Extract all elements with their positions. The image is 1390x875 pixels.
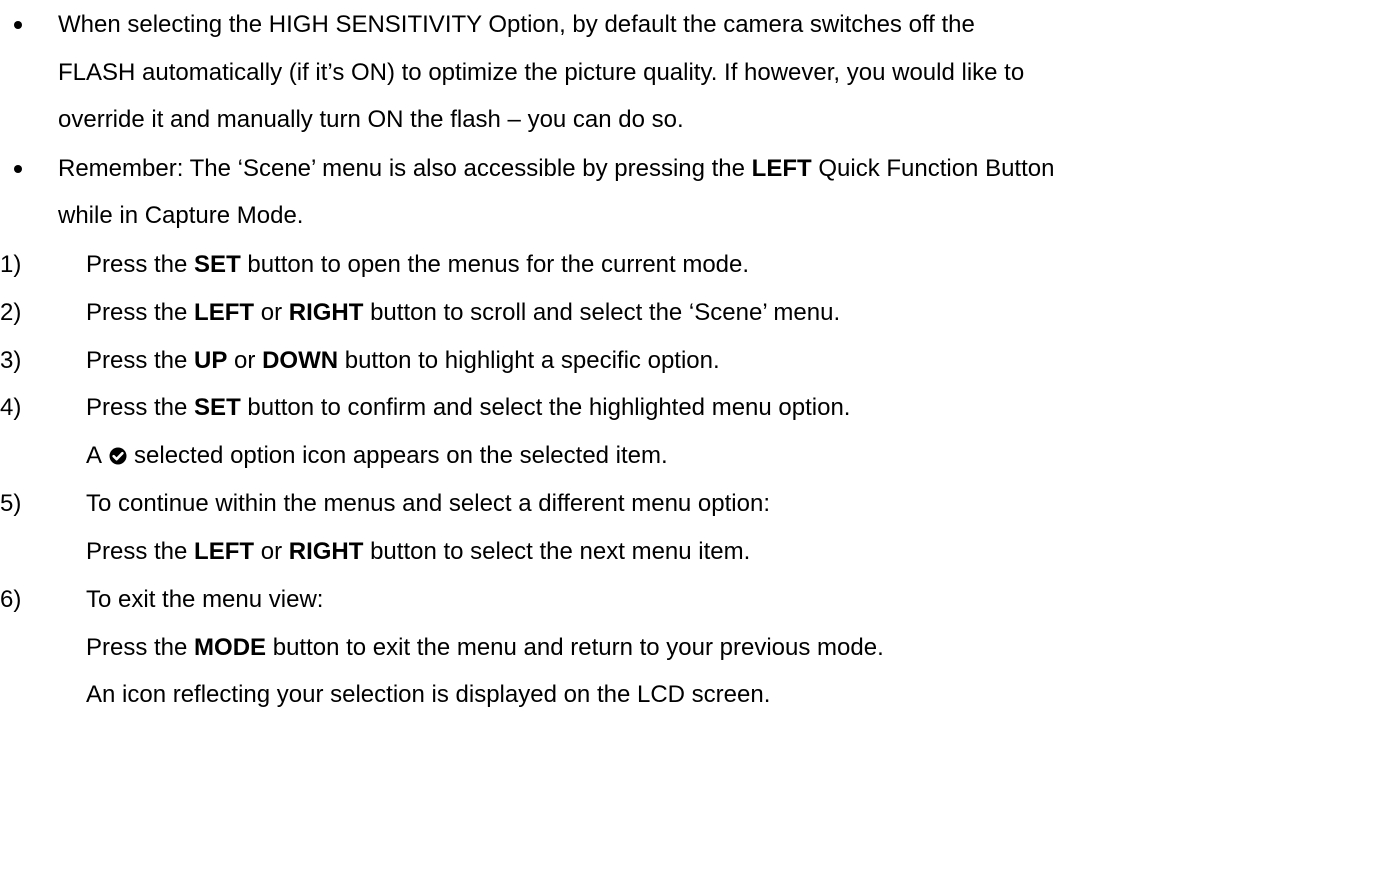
text-run: Press the — [86, 299, 195, 326]
bold-button-name: RIGHT — [288, 538, 364, 565]
step-text-line: Press the MODE button to exit the menu a… — [86, 634, 884, 662]
text-run: button to exit the menu and return to yo… — [266, 634, 884, 661]
bullet-text-line: When selecting the HIGH SENSITIVITY Opti… — [58, 11, 975, 38]
step-text-line: Aselected option icon appears on the sel… — [86, 442, 668, 470]
manual-page: When selecting the HIGH SENSITIVITY Opti… — [0, 0, 1390, 875]
bold-button-name: UP — [194, 347, 228, 374]
step-text-line: To continue within the menus and select … — [86, 490, 770, 517]
bold-button-name: LEFT — [194, 538, 255, 565]
text-run: Press the — [86, 538, 195, 565]
bold-button-name: LEFT — [194, 299, 255, 326]
bullet-text-line: FLASH automatically (if it’s ON) to opti… — [58, 59, 1025, 86]
text-run: A — [86, 442, 103, 469]
text-run: or — [254, 299, 289, 326]
step-text-line: Press the SET button to open the menus f… — [86, 251, 749, 279]
step-number: 6) — [0, 586, 22, 613]
step-text-line: Press the SET button to confirm and sele… — [86, 394, 850, 422]
text-run: button to highlight a specific option. — [338, 347, 720, 374]
text-run: button to open the menus for the current… — [240, 251, 750, 278]
text-run: Press the — [86, 394, 195, 421]
bullet-dot-icon — [14, 21, 22, 29]
bold-button-name: DOWN — [262, 347, 339, 374]
bold-button-name: SET — [194, 251, 241, 278]
step-text-line: To exit the menu view: — [86, 586, 324, 613]
step-text-line: An icon reflecting your selection is dis… — [86, 681, 771, 708]
step-text-line: Press the LEFT or RIGHT button to select… — [86, 538, 750, 566]
text-run: button to confirm and select the highlig… — [240, 394, 851, 421]
bold-button-name: LEFT — [751, 155, 812, 182]
text-run: or — [254, 538, 289, 565]
bold-button-name: MODE — [194, 634, 267, 661]
step-number: 3) — [0, 347, 22, 374]
bullet-text-line: Remember: The ‘Scene’ menu is also acces… — [58, 155, 1054, 183]
step-number: 5) — [0, 490, 22, 517]
text-run: button to select the next menu item. — [363, 538, 751, 565]
bullet-dot-icon — [14, 165, 22, 173]
text-run: or — [227, 347, 263, 374]
bold-button-name: RIGHT — [288, 299, 364, 326]
text-run: selected option icon appears on the sele… — [134, 442, 668, 469]
step-text-line: Press the LEFT or RIGHT button to scroll… — [86, 299, 840, 327]
step-text-line: Press the UP or DOWN button to highlight… — [86, 347, 720, 375]
text-run: Press the — [86, 251, 195, 278]
check-circle-icon — [108, 445, 128, 465]
step-number: 4) — [0, 394, 22, 421]
text-run: Quick Function Button — [811, 155, 1055, 182]
bold-button-name: SET — [194, 394, 241, 421]
text-run: Press the — [86, 347, 195, 374]
step-number: 2) — [0, 299, 22, 326]
text-run: button to scroll and select the ‘Scene’ … — [363, 299, 841, 326]
step-number: 1) — [0, 251, 22, 278]
bullet-text-line: override it and manually turn ON the fla… — [58, 106, 684, 133]
text-run: Remember: The ‘Scene’ menu is also acces… — [58, 155, 752, 182]
text-run: Press the — [86, 634, 195, 661]
bullet-text-line: while in Capture Mode. — [58, 202, 304, 229]
